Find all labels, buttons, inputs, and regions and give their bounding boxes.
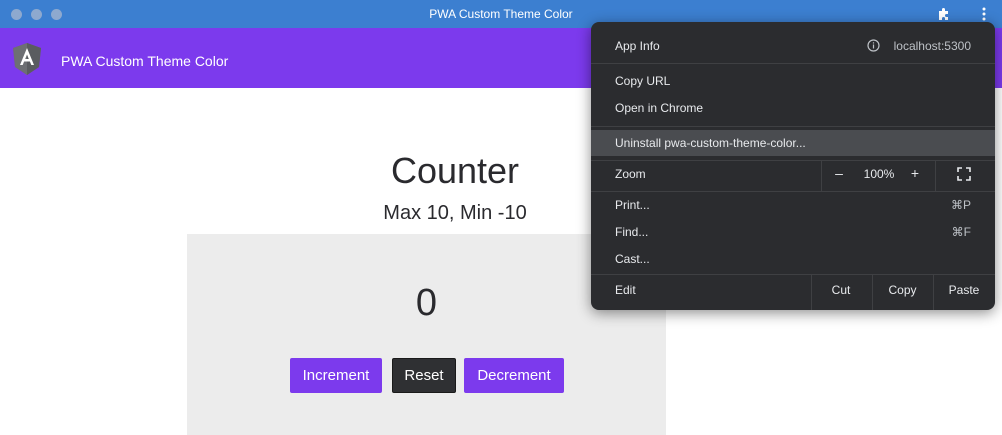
menu-item-print[interactable]: Print... ⌘P — [591, 192, 995, 218]
menu-item-label: Find... — [615, 225, 649, 239]
menu-item-label: Cast... — [615, 252, 650, 266]
menu-item-shortcut: ⌘F — [951, 225, 971, 239]
menu-item-label: Uninstall pwa-custom-theme-color... — [615, 136, 806, 150]
app-menu: App Info localhost:5300 Copy URL Open in… — [591, 22, 995, 310]
app-origin: localhost:5300 — [893, 39, 971, 53]
paste-button[interactable]: Paste — [934, 283, 994, 297]
window-title: PWA Custom Theme Color — [429, 7, 573, 21]
menu-item-label: Print... — [615, 198, 650, 212]
zoom-level: 100% — [863, 167, 895, 181]
menu-item-label: App Info — [615, 39, 660, 53]
menu-divider — [591, 126, 995, 127]
menu-divider — [591, 63, 995, 64]
menu-item-find[interactable]: Find... ⌘F — [591, 219, 995, 245]
menu-item-uninstall[interactable]: Uninstall pwa-custom-theme-color... — [591, 130, 995, 156]
menu-divider — [591, 274, 995, 275]
angular-logo-icon — [12, 42, 42, 76]
info-icon — [867, 39, 880, 55]
menu-item-copy-url[interactable]: Copy URL — [591, 68, 995, 94]
menu-item-label: Open in Chrome — [615, 101, 704, 115]
kebab-icon[interactable] — [975, 5, 993, 23]
menu-item-open-in-chrome[interactable]: Open in Chrome — [591, 95, 995, 121]
menu-divider — [872, 275, 873, 310]
puzzle-icon[interactable] — [935, 5, 953, 23]
page-title: Counter — [390, 150, 520, 191]
counter-limits: Max 10, Min -10 — [383, 202, 527, 224]
menu-item-label: Copy URL — [615, 74, 671, 88]
menu-divider — [933, 275, 934, 310]
menu-divider — [811, 275, 812, 310]
cut-button[interactable]: Cut — [811, 283, 871, 297]
zoom-out-button[interactable]: – — [823, 165, 855, 181]
menu-divider — [935, 161, 936, 191]
app-title: PWA Custom Theme Color — [61, 53, 229, 69]
menu-item-shortcut: ⌘P — [950, 198, 971, 212]
menu-item-cast[interactable]: Cast... — [591, 246, 995, 272]
menu-item-edit: Edit Cut Copy Paste — [591, 277, 995, 303]
menu-divider — [821, 161, 822, 191]
menu-item-label: Edit — [615, 283, 636, 297]
reset-button[interactable]: Reset — [392, 358, 456, 393]
fullscreen-icon[interactable] — [957, 167, 971, 184]
zoom-in-button[interactable]: + — [903, 165, 927, 181]
decrement-button[interactable]: Decrement — [464, 358, 564, 393]
menu-item-label: Zoom — [615, 167, 646, 181]
increment-button[interactable]: Increment — [290, 358, 382, 393]
menu-item-app-info[interactable]: App Info localhost:5300 — [591, 33, 995, 59]
copy-button[interactable]: Copy — [872, 283, 933, 297]
